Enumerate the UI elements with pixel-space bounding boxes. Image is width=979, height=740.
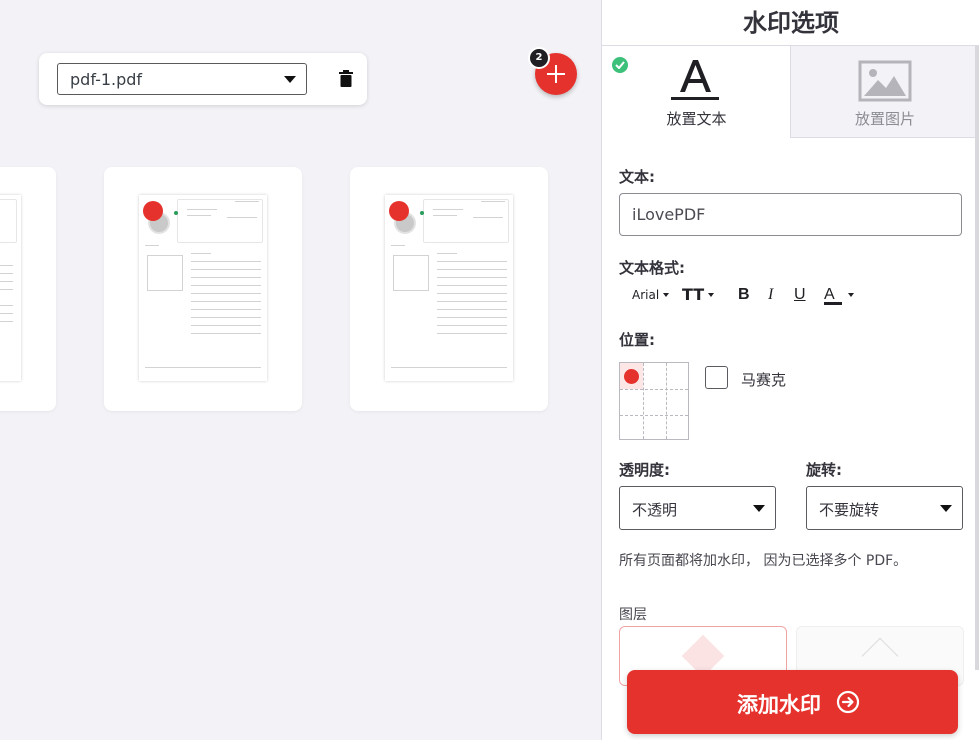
page-thumbnail-card[interactable]	[350, 167, 548, 411]
add-watermark-button[interactable]: 添加水印	[627, 670, 958, 734]
watermark-position-marker	[389, 201, 409, 221]
mosaic-checkbox[interactable]	[705, 366, 728, 389]
workarea: pdf-1.pdf 2	[0, 0, 601, 740]
selected-position-marker	[624, 369, 639, 384]
text-label: 文本:	[619, 168, 655, 186]
layer-label: 图层	[619, 607, 647, 623]
file-toolbar: pdf-1.pdf	[39, 53, 367, 105]
arrow-right-circle-icon	[836, 690, 860, 714]
text-type-icon	[665, 56, 725, 104]
tab-label: 放置图片	[854, 110, 915, 128]
transparency-select[interactable]: 不透明	[619, 486, 776, 530]
layer-under-icon	[861, 637, 899, 675]
image-icon	[858, 60, 912, 102]
rotation-select[interactable]: 不要旋转	[806, 486, 963, 530]
panel-scrollbar[interactable]	[975, 46, 979, 670]
transparency-label: 透明度:	[619, 461, 670, 479]
font-size-icon: TT	[682, 285, 705, 304]
rotation-label: 旋转:	[806, 461, 842, 479]
check-icon	[612, 57, 628, 73]
chevron-down-icon	[663, 293, 669, 297]
watermark-text-input[interactable]: iLovePDF	[619, 193, 962, 236]
panel-title: 水印选项	[602, 0, 979, 46]
font-family-select[interactable]: Arial	[632, 283, 669, 307]
bold-button[interactable]: B	[738, 283, 750, 307]
add-watermark-label: 添加水印	[737, 693, 821, 717]
page-thumbnail	[139, 195, 267, 381]
chevron-down-icon	[848, 293, 854, 297]
italic-button[interactable]: I	[768, 283, 773, 307]
tab-place-text[interactable]: 放置文本	[602, 46, 791, 138]
file-count-badge: 2	[528, 47, 550, 69]
watermark-position-marker	[143, 201, 163, 221]
position-grid[interactable]	[619, 362, 689, 440]
page-thumbnail-card[interactable]	[104, 167, 302, 411]
mosaic-label: 马赛克	[741, 371, 787, 389]
font-color-icon: A	[824, 286, 835, 303]
file-select[interactable]: pdf-1.pdf	[57, 63, 307, 95]
page-thumbnail	[0, 195, 21, 381]
chevron-down-icon	[284, 76, 296, 83]
chevron-down-icon	[940, 505, 952, 512]
multi-pdf-note: 所有页面都将加水印， 因为已选择多个 PDF。	[619, 553, 908, 569]
watermark-options-panel: 水印选项 放置文本 放置图片 文本: iLovePDF 文本格式: Arial	[601, 0, 979, 740]
tab-label: 放置文本	[666, 110, 727, 128]
trash-icon[interactable]	[339, 70, 353, 87]
chevron-down-icon	[753, 505, 765, 512]
position-cell-top-left[interactable]	[620, 363, 643, 389]
page-thumbnail-card[interactable]	[0, 167, 56, 411]
tab-place-image[interactable]: 放置图片	[790, 46, 979, 138]
page-thumbnail	[385, 195, 513, 381]
font-size-select[interactable]: TT	[682, 283, 714, 307]
font-color-select[interactable]: A	[824, 283, 854, 307]
format-label: 文本格式:	[619, 259, 685, 277]
chevron-down-icon	[708, 293, 714, 297]
underline-button[interactable]: U	[794, 283, 806, 307]
position-label: 位置:	[619, 331, 655, 349]
file-select-value: pdf-1.pdf	[70, 70, 143, 89]
